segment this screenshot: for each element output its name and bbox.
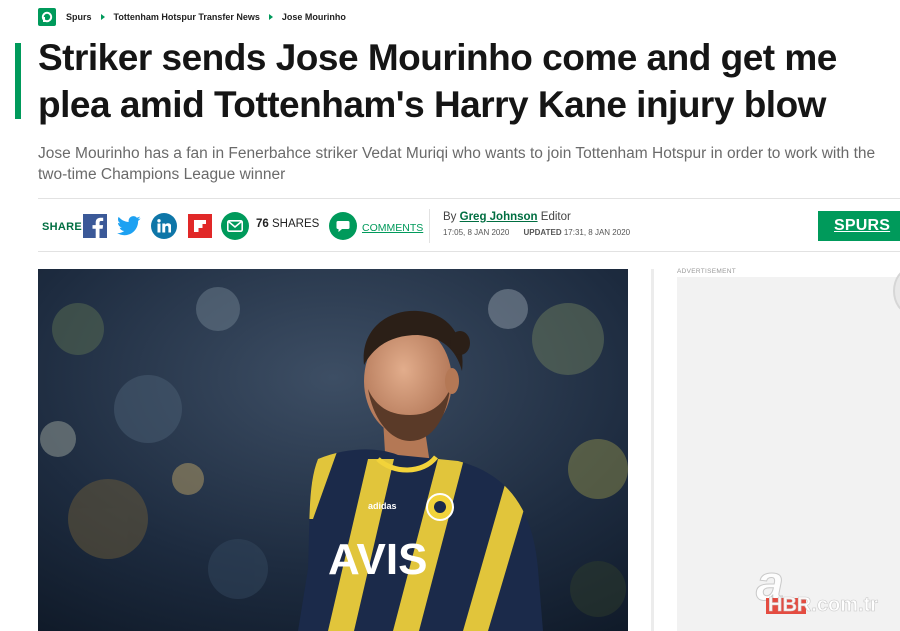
updated-label: UPDATED bbox=[523, 228, 562, 237]
chevron-right-icon bbox=[268, 14, 273, 20]
section-tag-spurs[interactable]: SPURS bbox=[818, 211, 900, 241]
article-hero-image[interactable]: AVIS adidas bbox=[38, 269, 628, 631]
email-icon[interactable] bbox=[221, 212, 249, 240]
shirt-sponsor-text: AVIS bbox=[328, 535, 427, 584]
footballer-photo: AVIS adidas bbox=[38, 269, 628, 631]
published-time: 17:05, 8 JAN 2020 bbox=[443, 228, 510, 237]
share-byline-bar: SHARE 76 SHARES COMMENTS By Greg Johnson… bbox=[38, 198, 900, 252]
author-role: Editor bbox=[540, 211, 571, 223]
advertisement-label: ADVERTISEMENT bbox=[677, 268, 737, 275]
flipboard-icon[interactable] bbox=[188, 214, 212, 238]
breadcrumb-item-transfer-news[interactable]: Tottenham Hotspur Transfer News bbox=[114, 12, 260, 22]
share-label: SHARE bbox=[42, 221, 83, 233]
headline-accent-bar bbox=[15, 43, 21, 119]
article-dates: 17:05, 8 JAN 2020 UPDATED 17:31, 8 JAN 2… bbox=[443, 228, 630, 237]
twitter-icon[interactable] bbox=[117, 214, 141, 238]
breadcrumb-item-jose-mourinho[interactable]: Jose Mourinho bbox=[282, 12, 346, 22]
byline-divider bbox=[429, 209, 430, 243]
article-headline: Striker sends Jose Mourinho come and get… bbox=[38, 37, 837, 125]
chevron-right-icon bbox=[100, 14, 105, 20]
author-link[interactable]: Greg Johnson bbox=[460, 211, 538, 223]
facebook-icon[interactable] bbox=[83, 214, 107, 238]
column-divider bbox=[651, 269, 654, 631]
linkedin-icon[interactable] bbox=[151, 213, 177, 239]
svg-text:HBR.com.tr: HBR.com.tr bbox=[768, 594, 878, 616]
updated-time: 17:31, 8 JAN 2020 bbox=[563, 228, 631, 237]
article-standfirst: Jose Mourinho has a fan in Fenerbahce st… bbox=[38, 145, 876, 183]
site-logo-icon[interactable] bbox=[38, 8, 56, 26]
comments-link[interactable]: COMMENTS bbox=[362, 222, 423, 234]
comment-icon[interactable] bbox=[329, 212, 357, 240]
breadcrumb: Spurs Tottenham Hotspur Transfer News Jo… bbox=[38, 8, 346, 26]
breadcrumb-item-spurs[interactable]: Spurs bbox=[66, 12, 92, 22]
hbr-watermark-logo: a HBR.com.tr bbox=[756, 556, 879, 616]
byline: By Greg Johnson Editor bbox=[443, 211, 571, 223]
share-count: 76 SHARES bbox=[256, 218, 320, 230]
kit-brand-text: adidas bbox=[368, 501, 397, 511]
